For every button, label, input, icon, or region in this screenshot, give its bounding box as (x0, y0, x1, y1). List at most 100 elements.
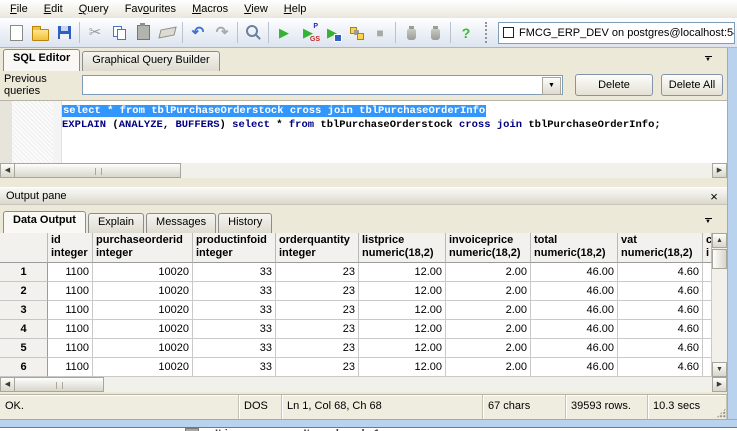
paste-button[interactable] (131, 21, 155, 45)
column-header-c[interactable]: ci (703, 233, 712, 263)
column-header-productinfoid[interactable]: productinfoidinteger (193, 233, 276, 263)
cell[interactable]: 4.60 (618, 263, 703, 282)
sql-text[interactable]: select * from tblPurchaseOrderstock cros… (62, 104, 661, 132)
cell[interactable]: 12.00 (359, 263, 446, 282)
menu-query[interactable]: Query (71, 2, 117, 16)
tab-graphical-query-builder[interactable]: Graphical Query Builder (82, 51, 219, 71)
output-tab-explain[interactable]: Explain (88, 213, 144, 233)
cell[interactable]: 33 (193, 339, 276, 358)
cell[interactable]: 23 (276, 263, 359, 282)
cell[interactable]: 23 (276, 282, 359, 301)
menu-macros[interactable]: Macros (184, 2, 236, 16)
output-tab-overflow-button[interactable]: ▼ (701, 216, 715, 227)
row-number[interactable]: 2 (0, 282, 48, 301)
cell[interactable]: 10020 (93, 339, 193, 358)
delete-all-button[interactable]: Delete All (661, 74, 723, 96)
column-header-invoiceprice[interactable]: invoicepricenumeric(18,2) (446, 233, 531, 263)
editor-horizontal-scrollbar[interactable]: ◀▶ (0, 163, 727, 178)
cell[interactable]: 2.00 (446, 301, 531, 320)
cell[interactable]: 23 (276, 339, 359, 358)
cell[interactable]: 46.00 (531, 339, 618, 358)
execute-query-button[interactable]: ▶ (272, 21, 296, 45)
new-file-button[interactable] (4, 21, 28, 45)
cell[interactable]: 2.00 (446, 320, 531, 339)
cell[interactable]: 10020 (93, 358, 193, 377)
redo-button[interactable]: ↷ (210, 21, 234, 45)
sql-editor[interactable]: select * from tblPurchaseOrderstock cros… (0, 100, 727, 163)
scroll-thumb[interactable] (14, 377, 104, 392)
favourite-manage-button[interactable] (423, 21, 447, 45)
cell[interactable]: 10020 (93, 301, 193, 320)
column-header-vat[interactable]: vatnumeric(18,2) (618, 233, 703, 263)
cell[interactable]: 33 (193, 263, 276, 282)
cell[interactable] (703, 301, 712, 320)
cell[interactable]: 33 (193, 282, 276, 301)
cell[interactable]: 1100 (48, 320, 93, 339)
scroll-right-icon[interactable]: ▶ (712, 163, 727, 178)
cell[interactable]: 12.00 (359, 320, 446, 339)
cell[interactable]: 10020 (93, 320, 193, 339)
column-header-orderquantity[interactable]: orderquantityinteger (276, 233, 359, 263)
cell[interactable]: 4.60 (618, 339, 703, 358)
execute-pgscript-button[interactable]: ▶PGS (296, 21, 320, 45)
column-header-listprice[interactable]: listpricenumeric(18,2) (359, 233, 446, 263)
cell[interactable]: 1100 (48, 358, 93, 377)
scroll-down-icon[interactable]: ▼ (712, 362, 727, 377)
row-number[interactable]: 3 (0, 301, 48, 320)
output-tab-data-output[interactable]: Data Output (3, 211, 86, 233)
cell[interactable]: 4.60 (618, 282, 703, 301)
row-number[interactable]: 4 (0, 320, 48, 339)
cell[interactable]: 10020 (93, 263, 193, 282)
tab-overflow-button[interactable]: ▼ (701, 54, 715, 65)
cell[interactable]: 46.00 (531, 320, 618, 339)
column-header-purchaseorderid[interactable]: purchaseorderidinteger (93, 233, 193, 263)
row-number[interactable]: 1 (0, 263, 48, 282)
scroll-left-icon[interactable]: ◀ (0, 377, 15, 392)
cell[interactable]: 2.00 (446, 263, 531, 282)
cell[interactable]: 12.00 (359, 301, 446, 320)
cell[interactable]: 12.00 (359, 339, 446, 358)
cell[interactable]: 23 (276, 320, 359, 339)
cell[interactable] (703, 263, 712, 282)
cell[interactable]: 1100 (48, 282, 93, 301)
cell[interactable]: 1100 (48, 339, 93, 358)
combo-dropdown-icon[interactable]: ▼ (542, 77, 561, 95)
column-header-id[interactable]: idinteger (48, 233, 93, 263)
cell[interactable]: 2.00 (446, 282, 531, 301)
cell[interactable]: 33 (193, 358, 276, 377)
grid-vertical-scrollbar[interactable]: ▲▼ (712, 233, 727, 377)
cell[interactable]: 23 (276, 301, 359, 320)
scroll-thumb[interactable] (712, 249, 727, 269)
output-tab-history[interactable]: History (218, 213, 272, 233)
cell[interactable]: 10020 (93, 282, 193, 301)
cell[interactable]: 12.00 (359, 282, 446, 301)
open-file-button[interactable] (28, 21, 52, 45)
delete-button[interactable]: Delete (575, 74, 653, 96)
cell[interactable]: 23 (276, 358, 359, 377)
menu-help[interactable]: Help (276, 2, 315, 16)
cell[interactable]: 46.00 (531, 263, 618, 282)
cell[interactable]: 4.60 (618, 358, 703, 377)
cell[interactable]: 2.00 (446, 339, 531, 358)
favourite-add-button[interactable] (399, 21, 423, 45)
cell[interactable] (703, 339, 712, 358)
cell[interactable]: 33 (193, 320, 276, 339)
menu-view[interactable]: View (236, 2, 276, 16)
column-header-total[interactable]: totalnumeric(18,2) (531, 233, 618, 263)
execute-to-file-button[interactable]: ▶ (320, 21, 344, 45)
cell[interactable]: 4.60 (618, 320, 703, 339)
clear-window-button[interactable] (155, 21, 179, 45)
close-icon[interactable]: × (707, 190, 721, 203)
menu-file[interactable]: File (2, 2, 36, 16)
menu-edit[interactable]: Edit (36, 2, 71, 16)
cell[interactable]: 12.00 (359, 358, 446, 377)
help-button[interactable]: ? (454, 21, 478, 45)
cut-button[interactable]: ✂ (83, 21, 107, 45)
copy-button[interactable] (107, 21, 131, 45)
tab-sql-editor[interactable]: SQL Editor (3, 49, 80, 71)
cell[interactable]: 46.00 (531, 282, 618, 301)
cell[interactable] (703, 320, 712, 339)
previous-queries-combobox[interactable]: ▼ (82, 75, 563, 95)
cell[interactable]: 1100 (48, 263, 93, 282)
cell[interactable] (703, 358, 712, 377)
